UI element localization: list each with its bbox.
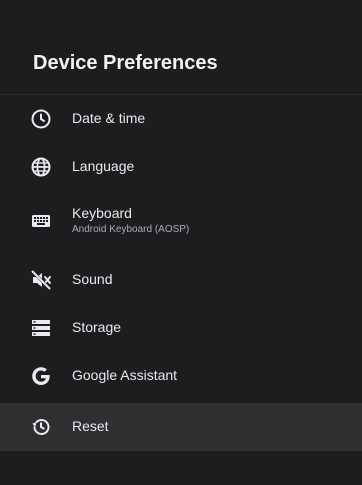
reset-history-icon — [29, 415, 53, 439]
sound-off-icon — [29, 268, 53, 292]
menu-item-label: Storage — [72, 319, 122, 335]
menu-item-google-assistant[interactable]: Google Assistant — [0, 352, 362, 400]
storage-icon — [29, 316, 53, 340]
keyboard-icon — [29, 209, 53, 233]
google-g-icon — [29, 364, 53, 388]
globe-icon — [29, 155, 53, 179]
menu-item-label: Reset — [72, 418, 109, 434]
menu-item-sublabel: Android Keyboard (AOSP) — [72, 224, 190, 235]
menu-item-date-time[interactable]: Date & time — [0, 95, 362, 143]
menu-item-label: Language — [72, 158, 135, 174]
menu-item-language[interactable]: Language — [0, 143, 362, 191]
menu-item-label: Date & time — [72, 110, 146, 126]
menu-item-keyboard[interactable]: Keyboard Android Keyboard (AOSP) — [0, 191, 362, 251]
page-title: Device Preferences — [33, 52, 218, 74]
menu-item-label: Google Assistant — [72, 367, 178, 383]
menu-item-sound[interactable]: Sound — [0, 256, 362, 304]
menu-item-label: Sound — [72, 271, 113, 287]
header: Device Preferences — [0, 0, 362, 95]
device-preferences-panel: Device Preferences Date & time Language … — [0, 0, 362, 485]
menu-item-storage[interactable]: Storage — [0, 304, 362, 352]
menu-item-reset[interactable]: Reset — [0, 403, 362, 451]
menu-item-label: Keyboard — [72, 205, 132, 221]
clock-icon — [29, 107, 53, 131]
